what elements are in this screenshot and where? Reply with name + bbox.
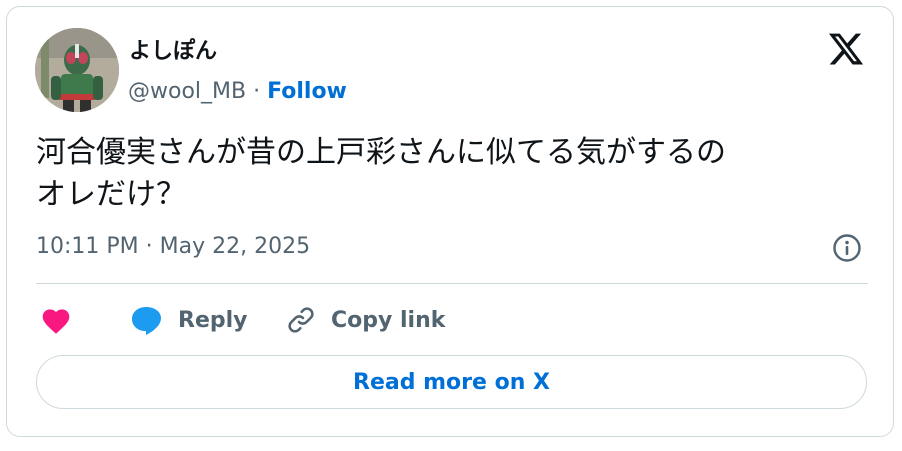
- tweet-timestamp: 10:11 PM · May 22, 2025: [36, 231, 310, 263]
- like-button[interactable]: [40, 302, 72, 338]
- avatar-image: [35, 28, 119, 112]
- copy-link-label: Copy link: [331, 307, 446, 333]
- follow-button[interactable]: Follow: [267, 79, 347, 104]
- separator-dot: ·: [253, 79, 261, 104]
- info-icon[interactable]: [832, 233, 862, 263]
- tweet-date[interactable]: May 22, 2025: [160, 234, 310, 259]
- handle-row: @wool_MB · Follow: [128, 77, 347, 107]
- display-name[interactable]: よしぽん: [129, 38, 217, 66]
- reply-bubble-icon: [132, 307, 161, 335]
- divider: [36, 283, 868, 284]
- handle[interactable]: @wool_MB: [128, 79, 246, 104]
- avatar[interactable]: [35, 28, 119, 112]
- tweet-text: 河合優実さんが昔の上戸彩さんに似てる気がするの オレだけ？: [36, 135, 726, 212]
- link-icon: [288, 307, 314, 333]
- read-more-button[interactable]: Read more on X: [36, 355, 867, 409]
- x-logo-icon[interactable]: [827, 30, 865, 68]
- meta-separator: ·: [145, 234, 153, 259]
- reply-button[interactable]: Reply: [130, 302, 248, 338]
- reply-label: Reply: [178, 307, 248, 333]
- copy-link-button[interactable]: Copy link: [285, 302, 445, 338]
- tweet-time[interactable]: 10:11 PM: [36, 234, 139, 259]
- heart-icon: [42, 309, 70, 334]
